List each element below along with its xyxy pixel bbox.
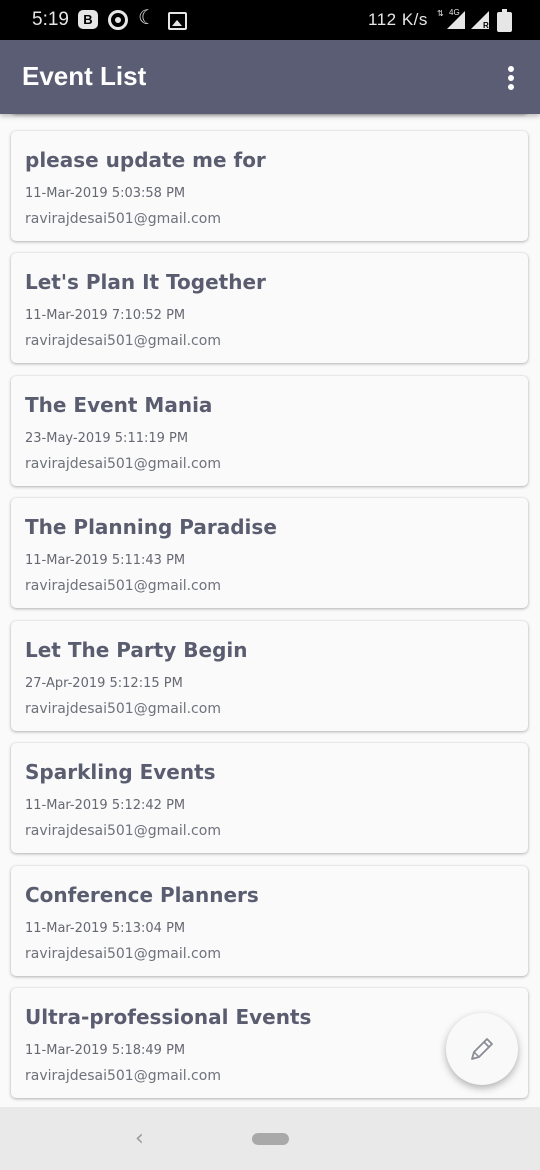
- roaming-label: R: [483, 21, 489, 30]
- list-item[interactable]: Conference Planners 11-Mar-2019 5:13:04 …: [11, 866, 528, 976]
- list-item[interactable]: Let's Plan It Together 11-Mar-2019 7:10:…: [11, 253, 528, 363]
- event-title: Let The Party Begin: [25, 638, 248, 662]
- event-email: ravirajdesai501@gmail.com: [25, 1068, 221, 1084]
- list-item[interactable]: please update me for 11-Mar-2019 5:03:58…: [11, 131, 528, 241]
- status-bar: 5:19 B ☾ 112 K/s ⇅ 4G R: [0, 0, 540, 40]
- list-item[interactable]: Sparkling Events 11-Mar-2019 5:12:42 PM …: [11, 743, 528, 853]
- event-title: please update me for: [25, 148, 266, 172]
- status-time: 5:19: [32, 9, 69, 30]
- event-date: 23-May-2019 5:11:19 PM: [25, 431, 189, 446]
- event-email: ravirajdesai501@gmail.com: [25, 578, 221, 594]
- event-list[interactable]: please update me for 11-Mar-2019 5:03:58…: [0, 114, 540, 1107]
- app-bar: Event List: [0, 40, 540, 114]
- event-date: 11-Mar-2019 5:18:49 PM: [25, 1043, 186, 1058]
- event-title: Ultra-professional Events: [25, 1005, 312, 1029]
- pencil-icon: [471, 1038, 493, 1060]
- navigation-bar: ‹: [0, 1107, 540, 1170]
- list-item[interactable]: The Event Mania 23-May-2019 5:11:19 PM r…: [11, 376, 528, 486]
- battery-charging-icon: [497, 9, 512, 32]
- event-date: 11-Mar-2019 7:10:52 PM: [25, 308, 186, 323]
- event-email: ravirajdesai501@gmail.com: [25, 823, 221, 839]
- list-item[interactable]: The Planning Paradise 11-Mar-2019 5:11:4…: [11, 498, 528, 608]
- event-title: Let's Plan It Together: [25, 270, 266, 294]
- event-email: ravirajdesai501@gmail.com: [25, 946, 221, 962]
- image-icon: [168, 12, 187, 30]
- opera-icon: [108, 10, 128, 30]
- event-email: ravirajdesai501@gmail.com: [25, 333, 221, 349]
- event-date: 11-Mar-2019 5:12:42 PM: [25, 798, 186, 813]
- edit-fab-button[interactable]: [446, 1013, 518, 1085]
- more-vert-icon[interactable]: [500, 62, 522, 94]
- event-email: ravirajdesai501@gmail.com: [25, 456, 221, 472]
- back-chevron-icon[interactable]: ‹: [135, 1126, 144, 1151]
- event-email: ravirajdesai501@gmail.com: [25, 211, 221, 227]
- signal-icon: [447, 11, 465, 29]
- page-title: Event List: [22, 61, 147, 91]
- event-title: The Planning Paradise: [25, 515, 277, 539]
- moon-icon: ☾: [138, 7, 156, 29]
- event-date: 27-Apr-2019 5:12:15 PM: [25, 676, 183, 691]
- home-pill-icon[interactable]: [252, 1133, 289, 1145]
- event-date: 11-Mar-2019 5:03:58 PM: [25, 186, 186, 201]
- event-title: Conference Planners: [25, 883, 259, 907]
- data-arrows-icon: ⇅: [437, 9, 444, 18]
- event-title: Sparkling Events: [25, 760, 216, 784]
- event-title: The Event Mania: [25, 393, 213, 417]
- event-email: ravirajdesai501@gmail.com: [25, 701, 221, 717]
- b-icon: B: [78, 10, 98, 29]
- network-speed: 112 K/s: [368, 10, 428, 29]
- event-date: 11-Mar-2019 5:11:43 PM: [25, 553, 186, 568]
- list-item[interactable]: Let The Party Begin 27-Apr-2019 5:12:15 …: [11, 621, 528, 731]
- event-date: 11-Mar-2019 5:13:04 PM: [25, 921, 186, 936]
